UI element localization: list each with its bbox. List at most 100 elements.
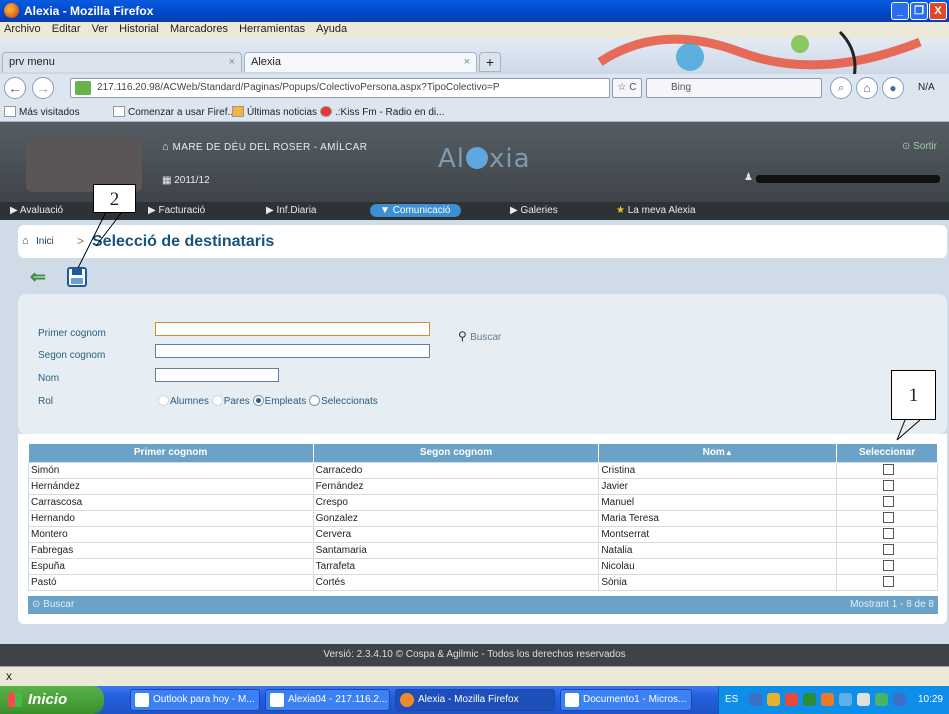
back-arrow-icon[interactable]: ← (4, 77, 26, 99)
tray-icon[interactable] (767, 693, 780, 706)
tray-icon[interactable] (893, 693, 906, 706)
home-icon[interactable]: ⌂ (856, 77, 878, 99)
tray-icon[interactable] (839, 693, 852, 706)
tab-bar: prv menu × Alexia × + (0, 38, 949, 74)
task-outlook[interactable]: Outlook para hoy - M... (130, 689, 260, 711)
navigation-bar: ← → 217.116.20.98/ACWeb/Standard/Paginas… (0, 74, 949, 102)
bookmark-comenzar[interactable]: Comenzar a usar Firef... (113, 106, 236, 118)
select-checkbox[interactable] (882, 528, 894, 540)
menu-herramientas[interactable]: Herramientas (235, 22, 309, 36)
minimize-button[interactable]: _ (891, 2, 909, 20)
menu-archivo[interactable]: Archivo (0, 22, 45, 36)
column-header-select[interactable]: Seleccionar (836, 444, 938, 462)
table-search-button[interactable]: ⊙ Buscar (32, 599, 74, 610)
menu-marcadores[interactable]: Marcadores (166, 22, 232, 36)
column-header-second-surname[interactable]: Segon cognom (313, 444, 600, 462)
table-row: Espuña Tarrafeta Nicolau (28, 557, 938, 575)
select-checkbox[interactable] (882, 576, 894, 588)
search-button[interactable]: ⚲ Buscar (458, 329, 501, 343)
menubar: Archivo Editar Ver Historial Marcadores … (0, 22, 949, 38)
breadcrumb-home[interactable]: Inici (36, 236, 54, 247)
tray-icon[interactable] (821, 693, 834, 706)
select-checkbox[interactable] (882, 480, 894, 492)
logout-link[interactable]: ⊙ Sortir (902, 141, 937, 152)
select-checkbox[interactable] (882, 464, 894, 476)
redacted-user-name (756, 175, 940, 183)
search-engine-box[interactable]: Bing (646, 78, 822, 98)
url-bar[interactable]: 217.116.20.98/ACWeb/Standard/Paginas/Pop… (70, 78, 610, 98)
select-checkbox[interactable] (882, 544, 894, 556)
menu-historial[interactable]: Historial (115, 22, 163, 36)
second-surname-input[interactable] (155, 344, 430, 358)
table-footer: ⊙ Buscar Mostrant 1 - 8 de 8 (28, 596, 938, 614)
nav-avaluacio[interactable]: ▶ Avaluació (10, 205, 63, 216)
outlook-icon (135, 693, 149, 707)
forward-arrow-icon[interactable]: → (32, 77, 54, 99)
tab-close-icon[interactable]: × (464, 56, 470, 68)
tray-icon[interactable] (803, 693, 816, 706)
bookmark-mas-visitados[interactable]: Más visitados (4, 106, 80, 118)
addon-icon[interactable]: ● (882, 77, 904, 99)
filter-panel (18, 294, 947, 434)
academic-year[interactable]: ▦ 2011/12 (162, 175, 210, 186)
radio-empleats[interactable]: Empleats (252, 395, 306, 407)
role-radio-group: Alumnes Pares Empleats Seleccionats (158, 395, 378, 407)
tray-icon[interactable] (875, 693, 888, 706)
windows-flag-icon (8, 693, 22, 707)
column-header-first-surname[interactable]: Primer cognom (28, 444, 314, 462)
first-surname-label: Primer cognom (38, 328, 106, 339)
tray-icon[interactable] (785, 693, 798, 706)
select-checkbox[interactable] (882, 496, 894, 508)
close-addon-bar-button[interactable]: x (6, 669, 12, 683)
menu-ver[interactable]: Ver (88, 22, 113, 36)
task-word[interactable]: Documento1 - Micros... (560, 689, 692, 711)
new-tab-button[interactable]: + (479, 52, 501, 72)
task-firefox[interactable]: Alexia - Mozilla Firefox (395, 689, 555, 711)
language-indicator[interactable]: ES (725, 694, 738, 705)
tab-prv-menu[interactable]: prv menu × (2, 52, 242, 72)
bookmark-kiss-fm[interactable]: .:Kiss Fm - Radio en di... (320, 106, 444, 118)
word-icon (565, 693, 579, 707)
nav-comunicacio[interactable]: ▼ Comunicació (370, 204, 461, 217)
maximize-button[interactable]: ❐ (910, 2, 928, 20)
reload-icon[interactable]: ☆ C (612, 78, 642, 98)
clock: 10:29 (917, 694, 943, 705)
start-button[interactable]: Inicio (0, 686, 104, 714)
page-title: Selecció de destinataris (92, 233, 275, 250)
menu-ayuda[interactable]: Ayuda (312, 22, 351, 36)
tray-icon[interactable] (857, 693, 870, 706)
menu-editar[interactable]: Editar (48, 22, 85, 36)
select-checkbox[interactable] (882, 560, 894, 572)
search-icon[interactable]: ⌕ (830, 77, 852, 99)
pagination-info: Mostrant 1 - 8 de 8 (850, 599, 934, 610)
results-table: Primer cognom Segon cognom Nom▲ Seleccio… (28, 444, 938, 591)
nav-galeries[interactable]: ▶ Galeries (510, 205, 558, 216)
name-input[interactable] (155, 368, 279, 382)
tab-close-icon[interactable]: × (229, 56, 235, 68)
role-label: Rol (38, 396, 54, 407)
user-icon: ♟ (744, 172, 753, 183)
radio-pares[interactable]: Pares (211, 395, 250, 407)
page-content: ⌂ MARE DE DÉU DEL ROSER - AMÍLCAR ▦ 2011… (0, 122, 949, 666)
tab-alexia[interactable]: Alexia × (244, 52, 477, 72)
breadcrumb-separator: > (77, 234, 85, 248)
nav-la-meva-alexia[interactable]: ★ La meva Alexia (616, 205, 696, 216)
sort-asc-icon: ▲ (724, 448, 733, 458)
select-checkbox[interactable] (882, 512, 894, 524)
table-row: Hernández Fernández Javier (28, 477, 938, 495)
nav-facturacio[interactable]: ▶ Facturació (148, 205, 205, 216)
home-icon[interactable]: ⌂ (22, 235, 29, 247)
close-window-button[interactable]: X (929, 2, 947, 20)
bookmark-ultimas-noticias[interactable]: Últimas noticias (232, 106, 317, 118)
task-alexia04[interactable]: Alexia04 - 217.116.2... (265, 689, 390, 711)
back-button[interactable]: ⇐ (30, 266, 46, 289)
nav-inf-diaria[interactable]: ▶ Inf.Diaria (266, 205, 316, 216)
radio-seleccionats[interactable]: Seleccionats (309, 395, 378, 407)
save-icon[interactable] (67, 267, 87, 287)
column-header-name[interactable]: Nom▲ (598, 444, 838, 462)
second-surname-label: Segon cognom (38, 350, 106, 361)
radio-alumnes[interactable]: Alumnes (158, 395, 209, 407)
tray-icon[interactable] (749, 693, 762, 706)
table-row: Simón Carracedo Cristina (28, 461, 938, 479)
first-surname-input[interactable] (155, 322, 430, 336)
